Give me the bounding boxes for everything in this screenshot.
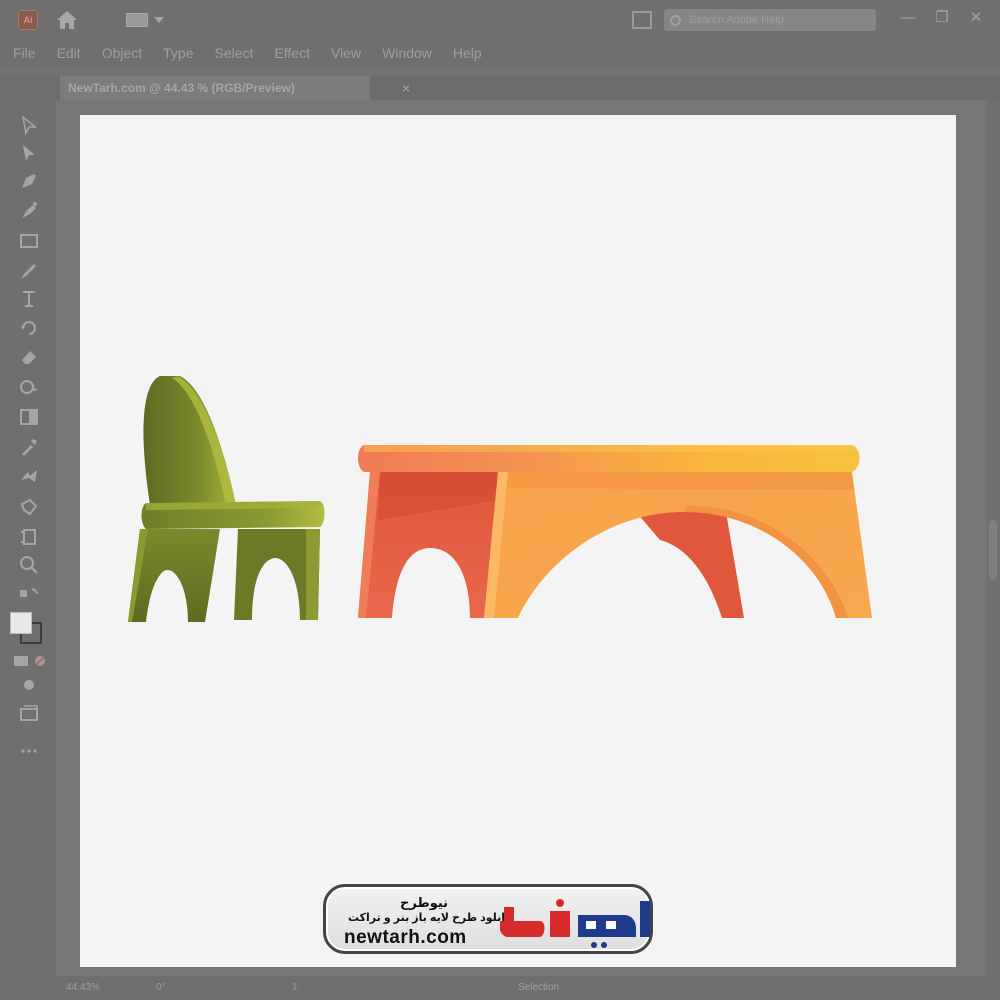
chair-table-illustration bbox=[128, 376, 872, 622]
newtarh-logo-icon bbox=[500, 899, 650, 948]
rotation-value[interactable]: 0° bbox=[156, 976, 166, 1000]
zoom-level[interactable]: 44.43% bbox=[66, 976, 100, 1000]
watermark-tagline: دانلود طرح لایه باز بنر و تراکت bbox=[348, 912, 511, 924]
status-bar: 44.43% 0° 1 Selection bbox=[56, 976, 1000, 1000]
watermark-domain: newtarh.com bbox=[344, 927, 467, 948]
active-tool-label: Selection bbox=[518, 982, 560, 993]
watermark-logo: نیوطرح دانلود طرح لایه باز بنر و تراکت n… bbox=[323, 884, 653, 954]
artboard-number[interactable]: 1 bbox=[292, 976, 298, 1000]
watermark-brand-name: نیوطرح bbox=[400, 895, 449, 910]
illustrator-window: Ai Search Adobe Help — ❐ ✕ File Edit Obj… bbox=[0, 0, 1000, 1000]
